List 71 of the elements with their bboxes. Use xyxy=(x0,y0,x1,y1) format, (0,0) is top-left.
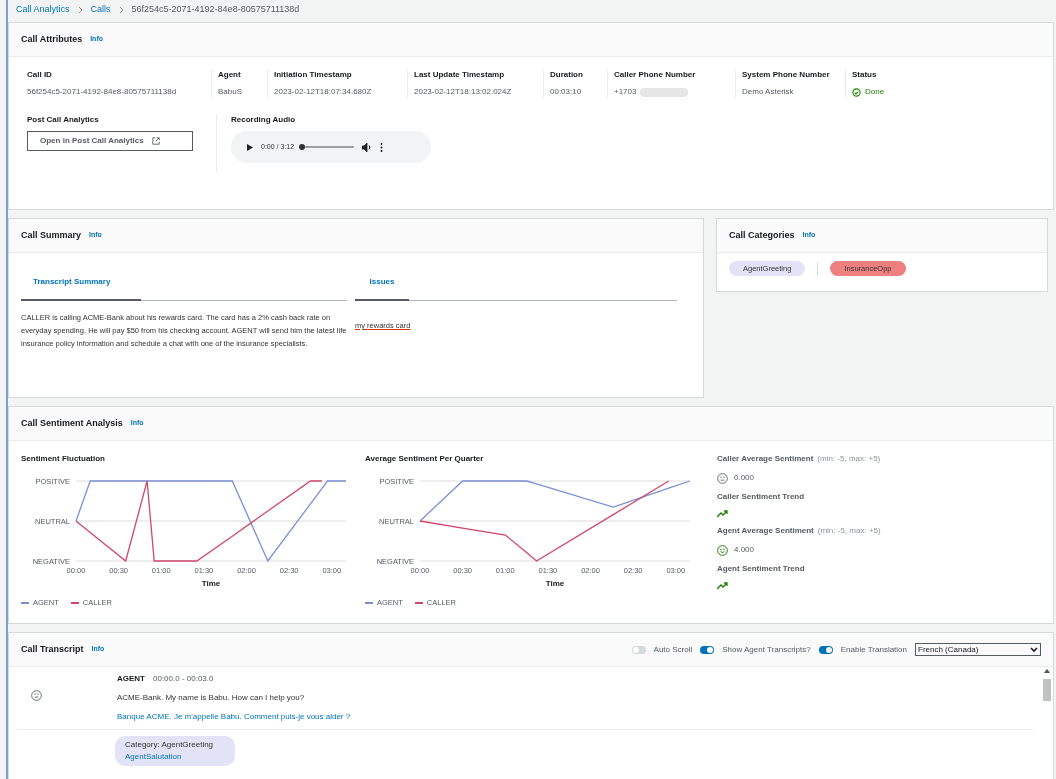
chevron-right-icon xyxy=(77,6,83,14)
legend-swatch xyxy=(414,601,423,604)
field-label: Call ID xyxy=(27,69,53,81)
toggle-label: Auto Scroll xyxy=(653,643,693,656)
legend-swatch xyxy=(70,601,79,604)
field-value: 56f254c5-2071-4192-84e8-80575711138d xyxy=(27,86,177,98)
external-link-icon xyxy=(151,137,160,145)
field-label: System Phone Number xyxy=(742,69,831,81)
chart-title: Average Sentiment Per Quarter xyxy=(365,453,485,465)
section-title: Call Transcript xyxy=(21,642,84,656)
toggle-label: Show Agent Transcripts? xyxy=(722,643,811,656)
toggle-switch[interactable] xyxy=(818,645,833,654)
speaker-label: AGENT xyxy=(117,673,145,685)
timestamp: 00:00.0 - 00:03.0 xyxy=(153,673,214,685)
field-label: Initiation Timestamp xyxy=(274,69,353,81)
section-title: Call Summary xyxy=(21,228,82,242)
field-label: Duration xyxy=(550,69,584,81)
trend-up-icon xyxy=(717,510,729,518)
field-label: Recording Audio xyxy=(231,114,297,126)
field-label: Last Update Timestamp xyxy=(414,69,506,81)
breadcrumb-link[interactable]: 56f254c5-2071-4192-84e8-80575711138d xyxy=(131,3,300,17)
check-circle-icon xyxy=(852,87,861,97)
stat-label: Agent Average Sentiment xyxy=(717,525,814,537)
field-value: +1703 xyxy=(614,86,637,98)
status-text: Done xyxy=(865,86,885,98)
subcategory-label: AgentSalutation xyxy=(125,751,183,763)
stat-label: Agent Sentiment Trend xyxy=(717,563,806,575)
stat-label: Caller Sentiment Trend xyxy=(717,491,806,503)
trend-up-icon xyxy=(717,582,729,590)
stat-label: Caller Average Sentiment xyxy=(717,453,814,465)
field-label: Status xyxy=(852,69,878,81)
axis-title: Time xyxy=(201,579,221,588)
field-value: BabuS xyxy=(218,86,243,98)
breadcrumb-link[interactable]: Call Analytics xyxy=(16,3,70,17)
field-label: Post Call Analytics xyxy=(27,114,100,126)
open-analytics-button[interactable]: Open in Post Call Analytics xyxy=(27,131,193,151)
language-select[interactable]: French (Canada) xyxy=(915,643,1041,656)
category-label: Category: AgentGreeting xyxy=(125,739,215,751)
stat-value: 4.000 xyxy=(734,544,755,556)
chart-title: Sentiment Fluctuation xyxy=(21,453,106,465)
field-value: 2023-02-12T18:13:02.024Z xyxy=(414,86,512,98)
breadcrumb-link[interactable]: Calls xyxy=(90,3,111,17)
field-value: 2023-02-12T18:07:34.680Z xyxy=(274,86,372,98)
toggle-switch[interactable] xyxy=(631,645,646,654)
face-icon xyxy=(717,544,728,556)
toggle-switch[interactable] xyxy=(700,645,715,654)
stat-range: (min: -5, max: +5) xyxy=(817,525,881,537)
chevron-down-icon xyxy=(1030,646,1038,653)
stat-range: (min: -5, max: +5) xyxy=(817,453,881,465)
tab[interactable]: Transcript Summary xyxy=(21,264,141,301)
play-icon[interactable] xyxy=(247,143,253,151)
field-label: Caller Phone Number xyxy=(614,69,697,81)
more-icon[interactable] xyxy=(380,142,384,152)
legend-swatch xyxy=(21,601,29,604)
field-value: 00:03:10 xyxy=(550,86,582,98)
face-icon xyxy=(31,689,42,701)
translation-text: Banque ACME. Je m'appelle Babu. Comment puis-je vous aider ? xyxy=(117,711,351,723)
tab[interactable]: Issues xyxy=(355,264,409,301)
transcript-text: ACME-Bank. My name is Babu. How can I help you? xyxy=(117,692,306,704)
section-title: Call Attributes xyxy=(21,32,83,46)
axis-title: Time xyxy=(545,579,565,588)
face-icon xyxy=(717,472,728,484)
field-value: Demo Asterisk xyxy=(742,86,794,98)
toggle-label: Enable Translation xyxy=(840,643,907,656)
legend-swatch xyxy=(365,601,373,604)
volume-icon[interactable] xyxy=(362,142,373,152)
section-title: Call Categories xyxy=(729,228,795,242)
field-label: Agent xyxy=(218,69,242,81)
chevron-right-icon xyxy=(118,6,124,14)
section-title: Call Sentiment Analysis xyxy=(21,416,123,430)
stat-value: 0.000 xyxy=(734,472,755,484)
